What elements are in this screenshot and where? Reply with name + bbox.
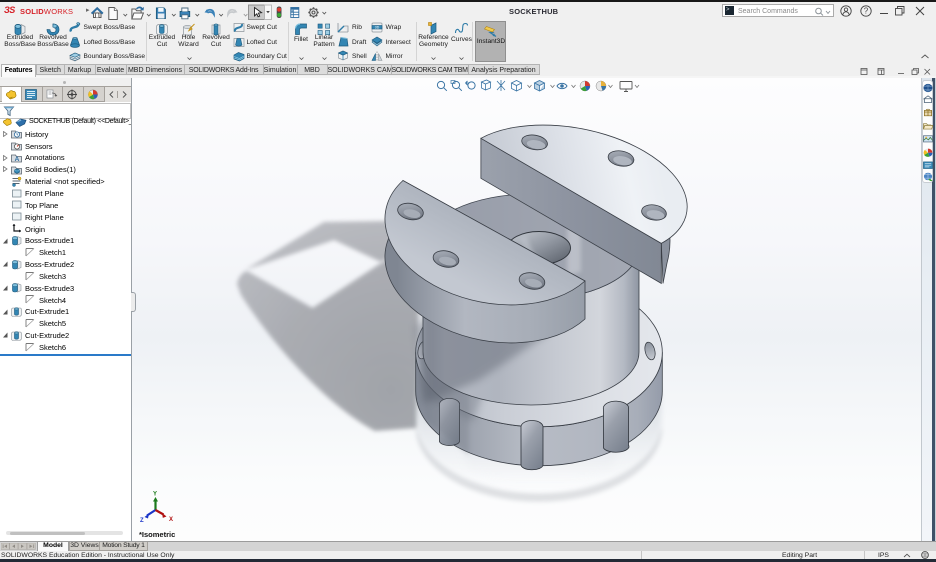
svg-text:3D: 3D [375,26,380,30]
svg-text:X: X [169,517,173,523]
svg-text:Y: Y [153,492,157,498]
svg-text:?: ? [864,7,869,16]
svg-text:Z: Z [140,518,144,524]
svg-text:A: A [15,156,20,163]
